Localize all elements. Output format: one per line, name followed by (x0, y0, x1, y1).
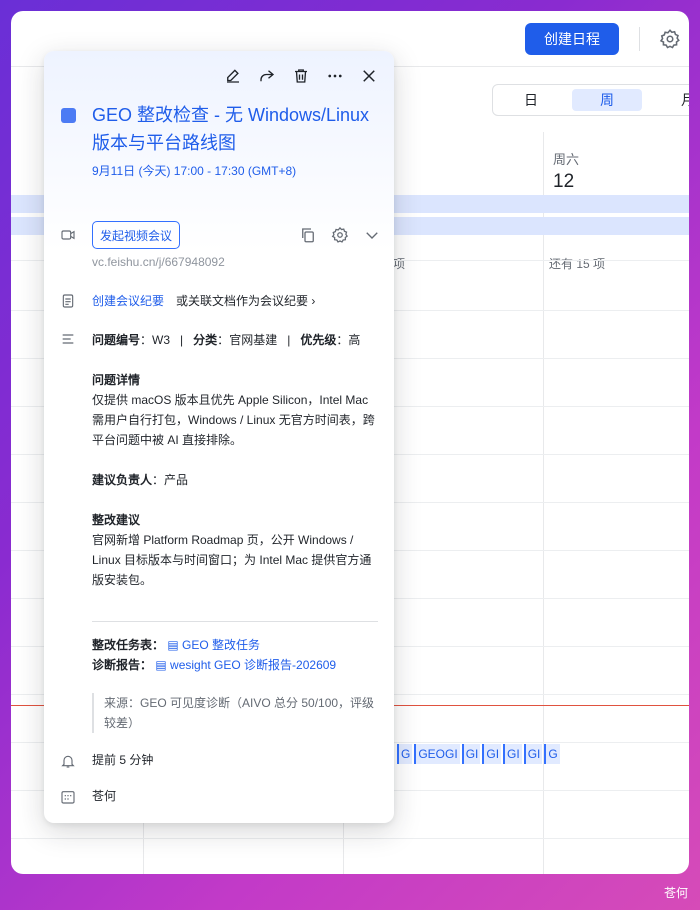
detail-text: 仅提供 macOS 版本且优先 Apple Silicon，Intel Mac … (92, 393, 375, 447)
event-time: 9月11日 (今天) 17:00 - 17:30 (GMT+8) (92, 164, 297, 178)
start-video-meeting-button[interactable]: 发起视频会议 (92, 221, 180, 249)
suggestion-text: 官网新增 Platform Roadmap 页，公开 Windows / Lin… (92, 533, 372, 587)
event-title: GEO 整改检查 - 无 Windows/Linux 版本与平台路线图 (92, 105, 370, 153)
reminder-text: 提前 5 分钟 (92, 753, 154, 767)
more-icon[interactable] (326, 67, 344, 85)
task-table-label: GEO 整改任务 (182, 638, 261, 652)
event-chip[interactable]: G (544, 744, 560, 764)
more-events-link[interactable]: 项 (393, 255, 405, 272)
edit-icon[interactable] (224, 67, 242, 85)
calendar-owner-icon (61, 791, 75, 804)
category-key: 分类 (193, 333, 218, 347)
event-chip[interactable]: GEOGI (414, 744, 460, 764)
event-description: 问题编号：W3 | 分类：官网基建 | 优先级：高 问题详情 仅提供 macOS 版本且… (92, 330, 382, 590)
organizer-name: 苍何 (92, 789, 117, 803)
suggestion-heading: 整改建议 (92, 513, 141, 527)
description-lines-icon (62, 334, 74, 344)
event-chip[interactable]: GI (503, 744, 522, 764)
report-link[interactable]: ▤ wesight GEO 诊断报告-202609 (155, 658, 336, 672)
watermark: 苍何 (664, 886, 689, 900)
view-switcher: 日 周 月 (492, 84, 689, 116)
document-icon (62, 294, 74, 308)
meeting-settings-icon[interactable] (331, 226, 349, 244)
event-detail-popup: GEO 整改检查 - 无 Windows/Linux 版本与平台路线图 9月11… (44, 51, 394, 823)
link-doc-minutes-link[interactable]: 或关联文档作为会议纪要 › (176, 292, 315, 309)
view-day-tab[interactable]: 日 (501, 89, 561, 111)
meta-line: 问题编号：W3 | 分类：官网基建 | 优先级：高 (92, 333, 361, 347)
settings-gear-icon[interactable] (659, 28, 681, 50)
priority-key: 优先级 (300, 333, 337, 347)
event-chip-row: G GEOGI GI GI GI GI G (397, 744, 560, 764)
related-links: 整改任务表： ▤ GEO 整改任务 诊断报告： ▤ wesight GEO 诊断… (92, 635, 336, 675)
report-key: 诊断报告： (92, 658, 153, 672)
create-event-button[interactable]: 创建日程 (525, 23, 619, 55)
report-label: wesight GEO 诊断报告-202609 (170, 658, 337, 672)
toolbar-divider (639, 27, 640, 51)
owner-value: 产品 (164, 473, 189, 487)
create-minutes-link[interactable]: 创建会议纪要 (92, 292, 164, 309)
task-table-link[interactable]: ▤ GEO 整改任务 (167, 638, 260, 652)
delete-icon[interactable] (292, 67, 310, 85)
event-chip[interactable]: G (397, 744, 413, 764)
video-camera-icon (61, 230, 75, 240)
day-header-label: 周六 (553, 152, 580, 167)
event-color-swatch (61, 108, 76, 123)
event-chip[interactable]: GI (461, 744, 481, 764)
day-header-number[interactable]: 12 (553, 171, 574, 193)
source-quote: 来源：GEO 可见度诊断（AIVO 总分 50/100，评级较差） (92, 693, 382, 733)
issue-id-value: W3 (152, 333, 171, 347)
owner-key: 建议负责人 (92, 473, 153, 487)
event-chip[interactable]: GI (523, 744, 543, 764)
share-icon[interactable] (258, 67, 276, 85)
more-events-link[interactable]: 还有 15 项 (549, 255, 605, 272)
hour-line (11, 838, 689, 839)
section-divider (92, 621, 378, 622)
priority-value: 高 (348, 333, 361, 347)
chevron-down-icon[interactable] (363, 226, 381, 244)
event-chip[interactable]: GI (482, 744, 502, 764)
issue-id-key: 问题编号 (92, 333, 141, 347)
view-month-tab[interactable]: 月 (673, 89, 689, 111)
view-week-tab[interactable]: 周 (572, 89, 642, 111)
copy-icon[interactable] (299, 226, 317, 244)
video-meeting-link[interactable]: vc.feishu.cn/j/667948092 (92, 255, 225, 269)
bell-icon (61, 755, 75, 768)
category-value: 官网基建 (229, 333, 278, 347)
close-icon[interactable] (360, 67, 378, 85)
detail-heading: 问题详情 (92, 373, 141, 387)
task-table-key: 整改任务表： (92, 638, 165, 652)
meeting-minutes-row: 创建会议纪要 或关联文档作为会议纪要 › (92, 292, 315, 309)
